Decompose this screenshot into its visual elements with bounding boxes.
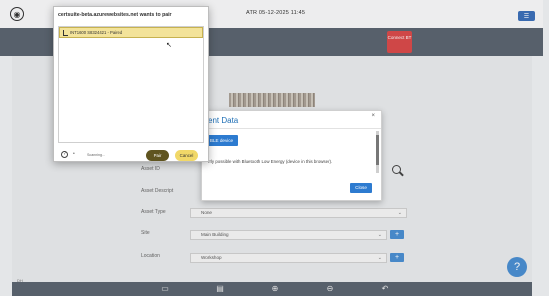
- signal-icon: [63, 30, 68, 36]
- bluetooth-pair-dialog: certsuite-beta.azurewebsites.net wants t…: [53, 6, 209, 162]
- close-icon[interactable]: ×: [371, 113, 375, 119]
- cursor-icon: ↖: [166, 42, 172, 49]
- modal-dialog: ent Data × BLE device rrly possible with…: [201, 110, 382, 201]
- list-item[interactable]: INT1600 S8324421 - Paired: [59, 27, 203, 38]
- modal-divider: [202, 128, 381, 129]
- modal-title: ent Data: [208, 116, 239, 125]
- modal-info-text: rrly possible with Bluetooth Low Energy …: [208, 159, 333, 164]
- spinner-icon: •: [73, 151, 75, 157]
- ble-device-button[interactable]: BLE device: [205, 135, 238, 146]
- help-icon[interactable]: ?: [61, 151, 68, 158]
- device-list: INT1600 S8324421 - Paired: [58, 26, 204, 143]
- device-name: INT1600 S8324421 - Paired: [70, 30, 123, 35]
- scanning-status: Scanning...: [87, 153, 105, 157]
- pair-button[interactable]: Pair: [146, 150, 169, 161]
- close-button[interactable]: Close: [350, 183, 372, 193]
- modal-scrollbar[interactable]: [376, 131, 379, 173]
- pair-dialog-title: certsuite-beta.azurewebsites.net wants t…: [58, 12, 172, 18]
- cancel-button[interactable]: Cancel: [175, 150, 198, 161]
